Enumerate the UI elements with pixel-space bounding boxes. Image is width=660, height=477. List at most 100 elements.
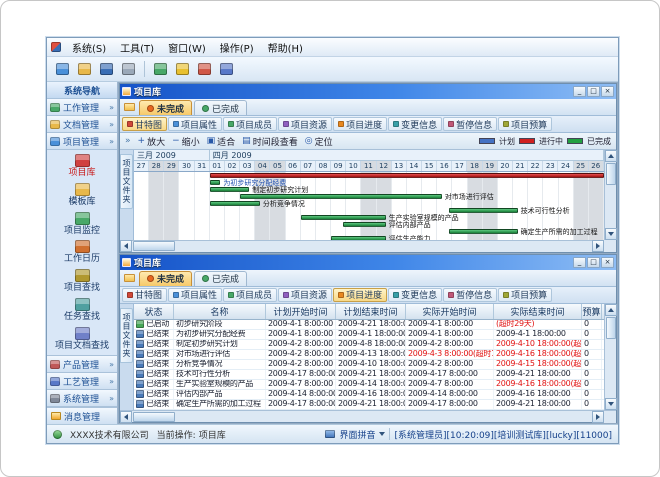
gantt-bar[interactable]: [449, 208, 517, 213]
table-row[interactable]: 已启动初步研究阶段2009-4-1 8:00:002009-4-21 18:00…: [134, 320, 604, 330]
gantt-bar[interactable]: [210, 180, 221, 185]
print-button[interactable]: [119, 60, 138, 79]
table-row[interactable]: 已结束分析竞争情况2009-4-2 8:00:002009-4-10 18:00…: [134, 360, 604, 370]
sidebar-item-0[interactable]: 项目库: [47, 154, 117, 178]
refresh-button[interactable]: [151, 60, 170, 79]
table-row[interactable]: 已结束确定生产所需的加工过程2009-4-17 8:00:002009-4-21…: [134, 400, 604, 410]
subtab-6[interactable]: 暂停信息: [443, 117, 497, 131]
gantt-tool-1[interactable]: −缩小: [172, 135, 200, 148]
subtab-1[interactable]: 项目属性: [168, 117, 222, 131]
gantt-tool-0[interactable]: +放大: [138, 135, 166, 148]
column-header-0[interactable]: 状态: [134, 304, 174, 319]
table-row[interactable]: 已结束技术可行性分析2009-4-17 8:00:002009-4-21 18:…: [134, 370, 604, 380]
subtab-5[interactable]: 变更信息: [388, 117, 442, 131]
sidebar-section-5[interactable]: 系统管理»: [47, 390, 117, 407]
sidebar-section-1[interactable]: 文档管理»: [47, 116, 117, 133]
message-button[interactable]: [195, 60, 214, 79]
scroll-down-button[interactable]: [605, 398, 617, 410]
table-row[interactable]: 已结束生产实验室规模的产品2009-4-7 8:00:002009-4-14 1…: [134, 380, 604, 390]
table-row[interactable]: 已结束制定初步研究计划2009-4-2 8:00:002009-4-8 18:0…: [134, 340, 604, 350]
column-header-3[interactable]: 计划结束时间: [336, 304, 406, 319]
folder-vertical-tab[interactable]: 项目文件夹: [120, 150, 134, 240]
subtab-7[interactable]: 项目预算: [498, 288, 552, 302]
restore-button[interactable]: □: [587, 86, 600, 97]
gantt-bar[interactable]: [240, 194, 442, 199]
vertical-scrollbar[interactable]: [604, 150, 616, 240]
sidebar-item-4[interactable]: 项目查找: [47, 269, 117, 293]
sidebar-section-0[interactable]: 工作管理»: [47, 99, 117, 116]
window-titlebar[interactable]: 项目库_□×: [120, 84, 616, 99]
gantt-tool-3[interactable]: ▤时间段查看: [242, 135, 298, 148]
gantt-tool-4[interactable]: ◎定位: [305, 135, 333, 148]
dropdown-arrow-icon[interactable]: [379, 432, 385, 436]
sidebar-section-3[interactable]: 产品管理»: [47, 356, 117, 373]
subtab-2[interactable]: 项目成员: [223, 117, 277, 131]
gantt-bar[interactable]: [343, 222, 385, 227]
column-header-2[interactable]: 计划开始时间: [266, 304, 336, 319]
close-button[interactable]: ×: [601, 257, 614, 268]
open-button[interactable]: [75, 60, 94, 79]
scroll-thumb[interactable]: [606, 163, 616, 185]
lock-button[interactable]: [173, 60, 192, 79]
gantt-bar[interactable]: [210, 187, 249, 192]
sidebar-item-1[interactable]: 模板库: [47, 183, 117, 207]
minimize-button[interactable]: _: [573, 257, 586, 268]
scroll-left-button[interactable]: [120, 411, 132, 423]
subtab-1[interactable]: 项目属性: [168, 288, 222, 302]
sidebar-section-4[interactable]: 工艺管理»: [47, 373, 117, 390]
sidebar-item-6[interactable]: 项目文档查找: [47, 327, 117, 351]
new-button[interactable]: [53, 60, 72, 79]
subtab-3[interactable]: 项目资源: [278, 288, 332, 302]
scroll-up-button[interactable]: [605, 304, 617, 316]
scroll-right-button[interactable]: [592, 240, 604, 252]
table-row[interactable]: 已结束评估内部产品2009-4-14 8:00:002009-4-16 18:0…: [134, 390, 604, 400]
menu-item-3[interactable]: 操作(P): [213, 38, 261, 57]
gantt-bar[interactable]: [301, 215, 386, 220]
tab-0[interactable]: 未完成: [139, 271, 192, 286]
column-header-6[interactable]: 预算: [582, 304, 602, 319]
sidebar-section-2[interactable]: 项目管理»: [47, 133, 117, 150]
gantt-bar[interactable]: [210, 173, 604, 178]
menu-item-2[interactable]: 窗口(W): [161, 38, 213, 57]
sidebar-item-5[interactable]: 任务查找: [47, 298, 117, 322]
tab-1[interactable]: 已完成: [194, 271, 247, 286]
scroll-left-button[interactable]: [120, 240, 132, 252]
scroll-thumb[interactable]: [133, 241, 175, 251]
column-header-1[interactable]: 名称: [174, 304, 266, 319]
menu-item-0[interactable]: 系统(S): [65, 38, 113, 57]
help-button[interactable]: [217, 60, 236, 79]
tab-1[interactable]: 已完成: [194, 100, 247, 115]
gantt-bar[interactable]: [210, 201, 260, 206]
sidebar-item-2[interactable]: 项目监控: [47, 212, 117, 236]
menu-item-4[interactable]: 帮助(H): [261, 38, 310, 57]
column-header-5[interactable]: 实际结束时间: [494, 304, 582, 319]
horizontal-scrollbar[interactable]: [120, 240, 616, 252]
minimize-button[interactable]: _: [573, 86, 586, 97]
restore-button[interactable]: □: [587, 257, 600, 268]
folder-vertical-tab[interactable]: 项目文件夹: [120, 304, 134, 411]
table-row[interactable]: 已结束对市场进行评估2009-4-2 8:00:002009-4-13 18:0…: [134, 350, 604, 360]
ime-selector[interactable]: 界面拼音: [339, 428, 375, 441]
scroll-right-button[interactable]: [592, 411, 604, 423]
tab-0[interactable]: 未完成: [139, 100, 192, 115]
subtab-4[interactable]: 项目进度: [333, 117, 387, 131]
subtab-4[interactable]: 项目进度: [333, 288, 387, 302]
table-row[interactable]: 已结束为初步研究分配经费2009-4-1 8:00:002009-4-1 18:…: [134, 330, 604, 340]
close-button[interactable]: ×: [601, 86, 614, 97]
subtab-7[interactable]: 项目预算: [498, 117, 552, 131]
subtab-6[interactable]: 暂停信息: [443, 288, 497, 302]
scroll-down-button[interactable]: [605, 228, 617, 240]
subtab-3[interactable]: 项目资源: [278, 117, 332, 131]
gantt-bar[interactable]: [449, 229, 517, 234]
sidebar-tab-messages[interactable]: 消息管理: [47, 407, 117, 424]
save-button[interactable]: [97, 60, 116, 79]
sidebar-item-3[interactable]: 工作日历: [47, 240, 117, 264]
menu-item-1[interactable]: 工具(T): [113, 38, 161, 57]
subtab-5[interactable]: 变更信息: [388, 288, 442, 302]
subtab-0[interactable]: 甘特图: [122, 117, 167, 131]
scroll-thumb[interactable]: [606, 317, 616, 339]
gantt-bar[interactable]: [331, 236, 386, 240]
scroll-up-button[interactable]: [605, 150, 617, 162]
scroll-thumb[interactable]: [133, 412, 175, 422]
subtab-0[interactable]: 甘特图: [122, 288, 167, 302]
